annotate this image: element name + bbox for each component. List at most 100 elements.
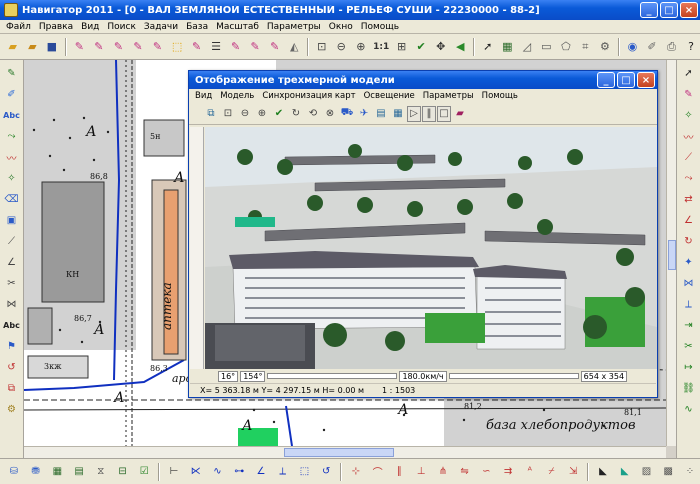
scale-bar-icon[interactable]: ⊢ — [164, 462, 184, 482]
dialog-menu-parameters[interactable]: Параметры — [419, 91, 478, 101]
dialog-menu-sync[interactable]: Синхронизация карт — [258, 91, 359, 101]
polyline-tool-icon[interactable]: 〰 — [3, 148, 21, 166]
copy-tool-icon[interactable]: ⧉ — [3, 379, 21, 397]
join-icon[interactable]: ⋈ — [680, 274, 698, 292]
style-icon[interactable]: ◉ — [624, 37, 642, 57]
open-folder-icon[interactable]: ▰ — [4, 37, 22, 57]
flag-tool-icon[interactable]: ⚑ — [3, 337, 21, 355]
edit-node-icon[interactable]: ✎ — [680, 85, 698, 103]
node-edit-icon[interactable]: ⋉ — [186, 462, 206, 482]
region-icon[interactable]: ⬚ — [295, 462, 315, 482]
chain-icon[interactable]: ⛓ — [680, 379, 698, 397]
scale-1-1-button[interactable]: 1:1 — [372, 37, 391, 57]
curve-draw-icon[interactable]: ∿ — [208, 462, 228, 482]
wave-icon[interactable]: ∿ — [680, 400, 698, 418]
map-horizontal-scrollbar[interactable] — [24, 446, 666, 458]
menu-scale[interactable]: Масштаб — [212, 22, 263, 32]
pause-button[interactable]: ‖ — [422, 105, 436, 122]
check-list-icon[interactable]: ☑ — [134, 462, 154, 482]
angle-draw-icon[interactable]: ∠ — [251, 462, 271, 482]
rotate-draw-icon[interactable]: ↺ — [316, 462, 336, 482]
select-rect-icon[interactable]: ⬚ — [168, 37, 186, 57]
vertical-draw-icon[interactable]: ⟂ — [273, 462, 293, 482]
rotate-edit-icon[interactable]: ↻ — [680, 232, 698, 250]
vertex-icon[interactable]: ✧ — [680, 106, 698, 124]
zoom-window-icon[interactable]: ⊞ — [393, 37, 411, 57]
map-vertical-scrollbar[interactable] — [666, 60, 676, 446]
close-button[interactable]: × — [680, 2, 698, 18]
angle-edit-icon[interactable]: ∠ — [680, 211, 698, 229]
menu-tasks[interactable]: Задачи — [140, 22, 182, 32]
measure-draw-icon[interactable]: ⇲ — [563, 462, 583, 482]
stop-button[interactable]: □ — [437, 105, 451, 122]
connect-icon[interactable]: ⊶ — [229, 462, 249, 482]
zoom-out-icon[interactable]: ⊖ — [333, 37, 351, 57]
menu-database[interactable]: База — [182, 22, 212, 32]
draw-tool-4-icon[interactable]: ✎ — [129, 37, 147, 57]
coordinates-icon[interactable]: ⌗ — [577, 37, 595, 57]
back-icon[interactable]: ◀ — [451, 37, 469, 57]
layers-icon[interactable]: ◭ — [285, 37, 303, 57]
arc-icon[interactable]: ⌒ — [368, 462, 388, 482]
angle-1-field[interactable]: 16° — [218, 370, 239, 382]
menu-help[interactable]: Помощь — [357, 22, 403, 32]
polygon-tool-icon[interactable]: ⬠ — [557, 37, 575, 57]
list-icon[interactable]: ☰ — [207, 37, 225, 57]
rotate-tool-icon[interactable]: ↺ — [3, 358, 21, 376]
menu-file[interactable]: Файл — [2, 22, 35, 32]
dialog-menu-model[interactable]: Модель — [216, 91, 258, 101]
speed-slider[interactable] — [448, 373, 579, 379]
menu-parameters[interactable]: Параметры — [263, 22, 325, 32]
break-icon[interactable]: ⟂ — [680, 295, 698, 313]
open-file-icon[interactable]: ▰ — [24, 37, 42, 57]
rotate-3d-icon[interactable]: ↻ — [288, 106, 304, 122]
text-tool-2-button[interactable]: Abc — [3, 316, 21, 334]
dialog-maximize-button[interactable]: □ — [617, 72, 635, 88]
help-icon[interactable]: ? — [682, 37, 700, 57]
menu-view[interactable]: Вид — [77, 22, 103, 32]
grid-icon[interactable]: ▤ — [69, 462, 89, 482]
zoom-fit-3d-icon[interactable]: ⊡ — [220, 106, 236, 122]
menu-search[interactable]: Поиск — [103, 22, 140, 32]
settings-gear-icon[interactable]: ⚙ — [3, 400, 21, 418]
brush-icon[interactable]: ✐ — [643, 37, 661, 57]
play-button[interactable]: ▷ — [407, 105, 421, 122]
vertical-scroll-thumb[interactable] — [668, 240, 676, 270]
edit-tool-4-icon[interactable]: ✎ — [266, 37, 284, 57]
dialog-side-ruler[interactable] — [190, 127, 204, 369]
edit-tool-icon[interactable]: ✎ — [188, 37, 206, 57]
snap-icon[interactable]: ✦ — [680, 253, 698, 271]
split-tool-icon[interactable]: ⟋ — [3, 232, 21, 250]
3d-viewport[interactable] — [205, 127, 657, 369]
node-tool-icon[interactable]: ✧ — [3, 169, 21, 187]
line-edit-icon[interactable]: ⟋ — [680, 148, 698, 166]
book-icon[interactable]: ▰ — [452, 106, 468, 122]
dialog-menu-help[interactable]: Помощь — [478, 91, 522, 101]
edit-tool-3-icon[interactable]: ✎ — [246, 37, 264, 57]
check-3d-icon[interactable]: ✔ — [271, 106, 287, 122]
cut-tool-icon[interactable]: ✂ — [3, 274, 21, 292]
car-icon[interactable]: ⛟ — [339, 106, 355, 122]
zoom-fit-icon[interactable]: ⊡ — [313, 37, 331, 57]
pointer-icon[interactable]: ➚ — [479, 37, 497, 57]
extend-icon[interactable]: ↦ — [680, 358, 698, 376]
fill-pattern-icon[interactable]: ▨ — [637, 462, 657, 482]
text-tool-button[interactable]: Abc — [3, 106, 21, 124]
menu-edit[interactable]: Правка — [35, 22, 77, 32]
rect-tool-icon[interactable]: ▭ — [538, 37, 556, 57]
zoom-in-icon[interactable]: ⊕ — [352, 37, 370, 57]
brush-tool-icon[interactable]: ✐ — [3, 85, 21, 103]
trim-icon[interactable]: ✂ — [680, 337, 698, 355]
move-vertex-icon[interactable]: ⇄ — [680, 190, 698, 208]
text-draw-icon[interactable]: ᴬ — [520, 462, 540, 482]
table-icon[interactable]: ▦ — [499, 37, 517, 57]
edit-tool-2-icon[interactable]: ✎ — [227, 37, 245, 57]
table-view-icon[interactable]: ▦ — [47, 462, 67, 482]
copy-view-icon[interactable]: ⧉ — [203, 106, 219, 122]
draw-tool-2-icon[interactable]: ✎ — [90, 37, 108, 57]
database-icon[interactable]: ⛃ — [26, 462, 46, 482]
speed-field[interactable]: 180.0км/ч — [399, 370, 447, 382]
fill-grid-icon[interactable]: ▩ — [658, 462, 678, 482]
fill-tool-icon[interactable]: ▣ — [3, 211, 21, 229]
perpendicular-icon[interactable]: ⊥ — [411, 462, 431, 482]
